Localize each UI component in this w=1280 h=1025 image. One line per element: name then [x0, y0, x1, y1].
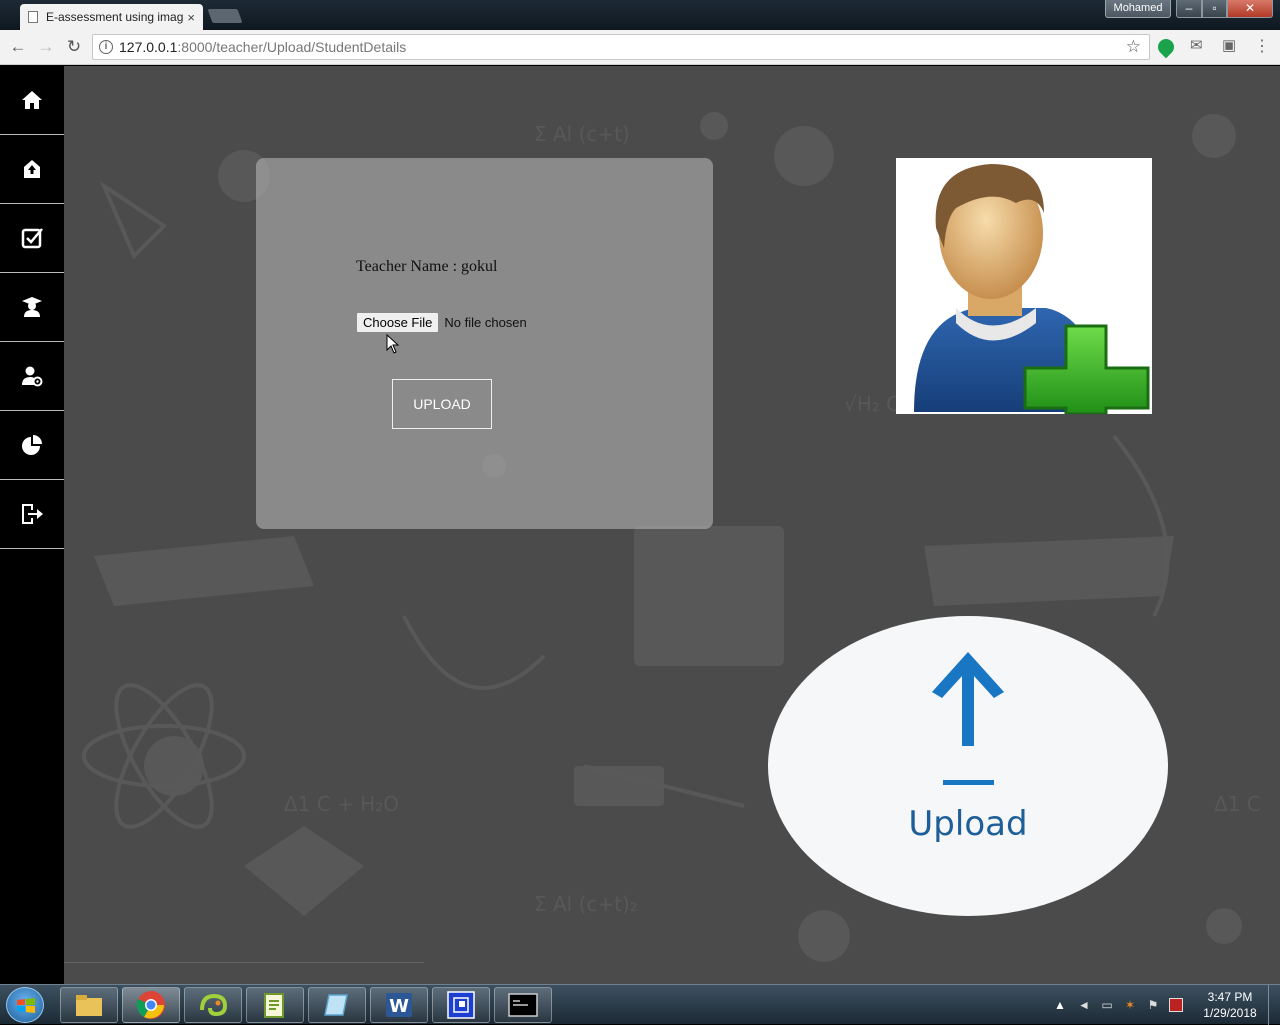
file-input[interactable]: Choose File No file chosen	[356, 312, 527, 333]
svg-text:W: W	[389, 996, 409, 1017]
add-user-icon	[914, 164, 1150, 416]
bookmark-star-icon[interactable]: ☆	[1126, 37, 1141, 57]
chameleon-icon	[200, 993, 228, 1017]
mail-extension-icon[interactable]: ✉	[1190, 36, 1206, 54]
page-divider	[64, 962, 424, 963]
pie-chart-icon	[22, 435, 42, 455]
close-window-button[interactable]: ✕	[1227, 0, 1273, 18]
svg-text:Σ Al (c+t)₂: Σ Al (c+t)₂	[534, 892, 638, 916]
new-tab-button[interactable]	[207, 9, 243, 23]
volume-muted-icon[interactable]: ◄	[1077, 998, 1091, 1012]
avast-icon[interactable]: ✶	[1123, 998, 1137, 1012]
battery-alert-icon[interactable]	[1169, 998, 1183, 1012]
upload-house-icon	[24, 160, 40, 178]
checklist-icon	[21, 228, 43, 249]
sidebar-item-reports[interactable]	[0, 411, 64, 480]
page-content: Σ Al (c+t) Δ1 C + H₂O Δ1 C Σ Al (c+t)₂ √…	[0, 66, 1280, 984]
taskbar-word[interactable]: W	[370, 987, 428, 1023]
browser-toolbar: ← → ↻ i 127.0.0.1:8000/teacher/Upload/St…	[0, 30, 1280, 65]
tab-title: E-assessment using imag	[46, 10, 184, 24]
browser-menu-icon[interactable]: ⋮	[1254, 36, 1270, 55]
taskbar-clock[interactable]: 3:47 PM 1/29/2018	[1198, 989, 1262, 1021]
profile-button[interactable]: Mohamed	[1105, 0, 1171, 18]
cmd-icon	[508, 993, 538, 1017]
sidebar-item-assessments[interactable]	[0, 204, 64, 273]
mouse-cursor-icon	[386, 334, 400, 354]
taskbar-notepadpp[interactable]	[246, 987, 304, 1023]
svg-text:Σ Al (c+t): Σ Al (c+t)	[534, 122, 630, 146]
graduate-icon	[22, 297, 42, 317]
remote-desktop-icon	[447, 991, 475, 1019]
address-bar[interactable]: i 127.0.0.1:8000/teacher/Upload/StudentD…	[92, 34, 1150, 60]
action-center-icon[interactable]: ⚑	[1146, 998, 1160, 1012]
word-icon: W	[386, 993, 412, 1017]
minimize-button[interactable]: ‒	[1176, 0, 1202, 18]
taskbar-chrome[interactable]	[122, 987, 180, 1023]
page-icon	[28, 11, 38, 23]
upload-underline	[943, 780, 994, 785]
back-button[interactable]: ←	[8, 37, 28, 57]
camera-extension-icon[interactable]: ▣	[1222, 36, 1238, 54]
browser-titlebar: E-assessment using imag × Mohamed ‒ ▫ ✕	[0, 0, 1280, 30]
svg-text:Δ1 C: Δ1 C	[1214, 792, 1261, 816]
chrome-icon	[136, 991, 165, 1019]
tray-expand-icon[interactable]: ▲	[1053, 998, 1067, 1012]
choose-file-button[interactable]: Choose File	[356, 312, 440, 333]
svg-text:√H₂ C: √H₂ C	[844, 392, 900, 416]
taskbar-chameleon[interactable]	[184, 987, 242, 1023]
home-icon	[22, 91, 42, 109]
reload-button[interactable]: ↻	[64, 37, 84, 57]
forward-button[interactable]: →	[36, 37, 56, 57]
start-button[interactable]	[6, 987, 44, 1023]
clock-date: 1/29/2018	[1203, 1006, 1257, 1020]
svg-text:Δ1 C + H₂O: Δ1 C + H₂O	[284, 792, 399, 816]
sidebar	[0, 66, 64, 984]
upload-button[interactable]: UPLOAD	[392, 379, 492, 429]
tab-close-icon[interactable]: ×	[187, 10, 195, 25]
windows-logo-icon	[17, 998, 35, 1013]
notepad-icon	[324, 994, 348, 1016]
windows-taskbar: W ▲ ◄ ▭ ✶ ⚑ 3:47 PM 1/29/2018	[0, 984, 1280, 1025]
taskbar-cmd[interactable]	[494, 987, 552, 1023]
url-path: :8000/teacher/Upload/StudentDetails	[177, 39, 407, 55]
taskbar-file-explorer[interactable]	[60, 987, 118, 1023]
upload-graphic-label: Upload	[908, 804, 1028, 844]
url-host: 127.0.0.1	[119, 39, 178, 55]
browser-tab[interactable]: E-assessment using imag ×	[20, 4, 203, 30]
sidebar-item-user-settings[interactable]	[0, 342, 64, 411]
network-icon[interactable]: ▭	[1100, 998, 1114, 1012]
file-explorer-icon	[76, 995, 102, 1016]
sidebar-item-home[interactable]	[0, 66, 64, 135]
taskbar-notepad[interactable]	[308, 987, 366, 1023]
teacher-name-label: Teacher Name : gokul	[356, 258, 498, 275]
show-desktop-button[interactable]	[1268, 985, 1280, 1025]
file-status-text: No file chosen	[444, 315, 527, 330]
upload-form-panel: Teacher Name : gokul Choose File No file…	[256, 158, 713, 529]
sidebar-item-upload-house[interactable]	[0, 135, 64, 204]
upload-arrow-icon	[932, 652, 1004, 746]
maximize-button[interactable]: ▫	[1202, 0, 1227, 18]
user-settings-icon	[22, 366, 43, 387]
add-user-image	[896, 158, 1152, 416]
upload-graphic: Upload	[768, 616, 1168, 916]
taskbar-remote-desktop[interactable]	[432, 987, 490, 1023]
location-pin-extension-icon[interactable]	[1154, 35, 1178, 59]
notepadpp-icon	[264, 993, 284, 1018]
info-icon[interactable]: i	[99, 40, 113, 54]
sidebar-item-logout[interactable]	[0, 480, 64, 549]
logout-icon	[22, 504, 43, 524]
sidebar-item-students[interactable]	[0, 273, 64, 342]
clock-time: 3:47 PM	[1207, 990, 1253, 1004]
